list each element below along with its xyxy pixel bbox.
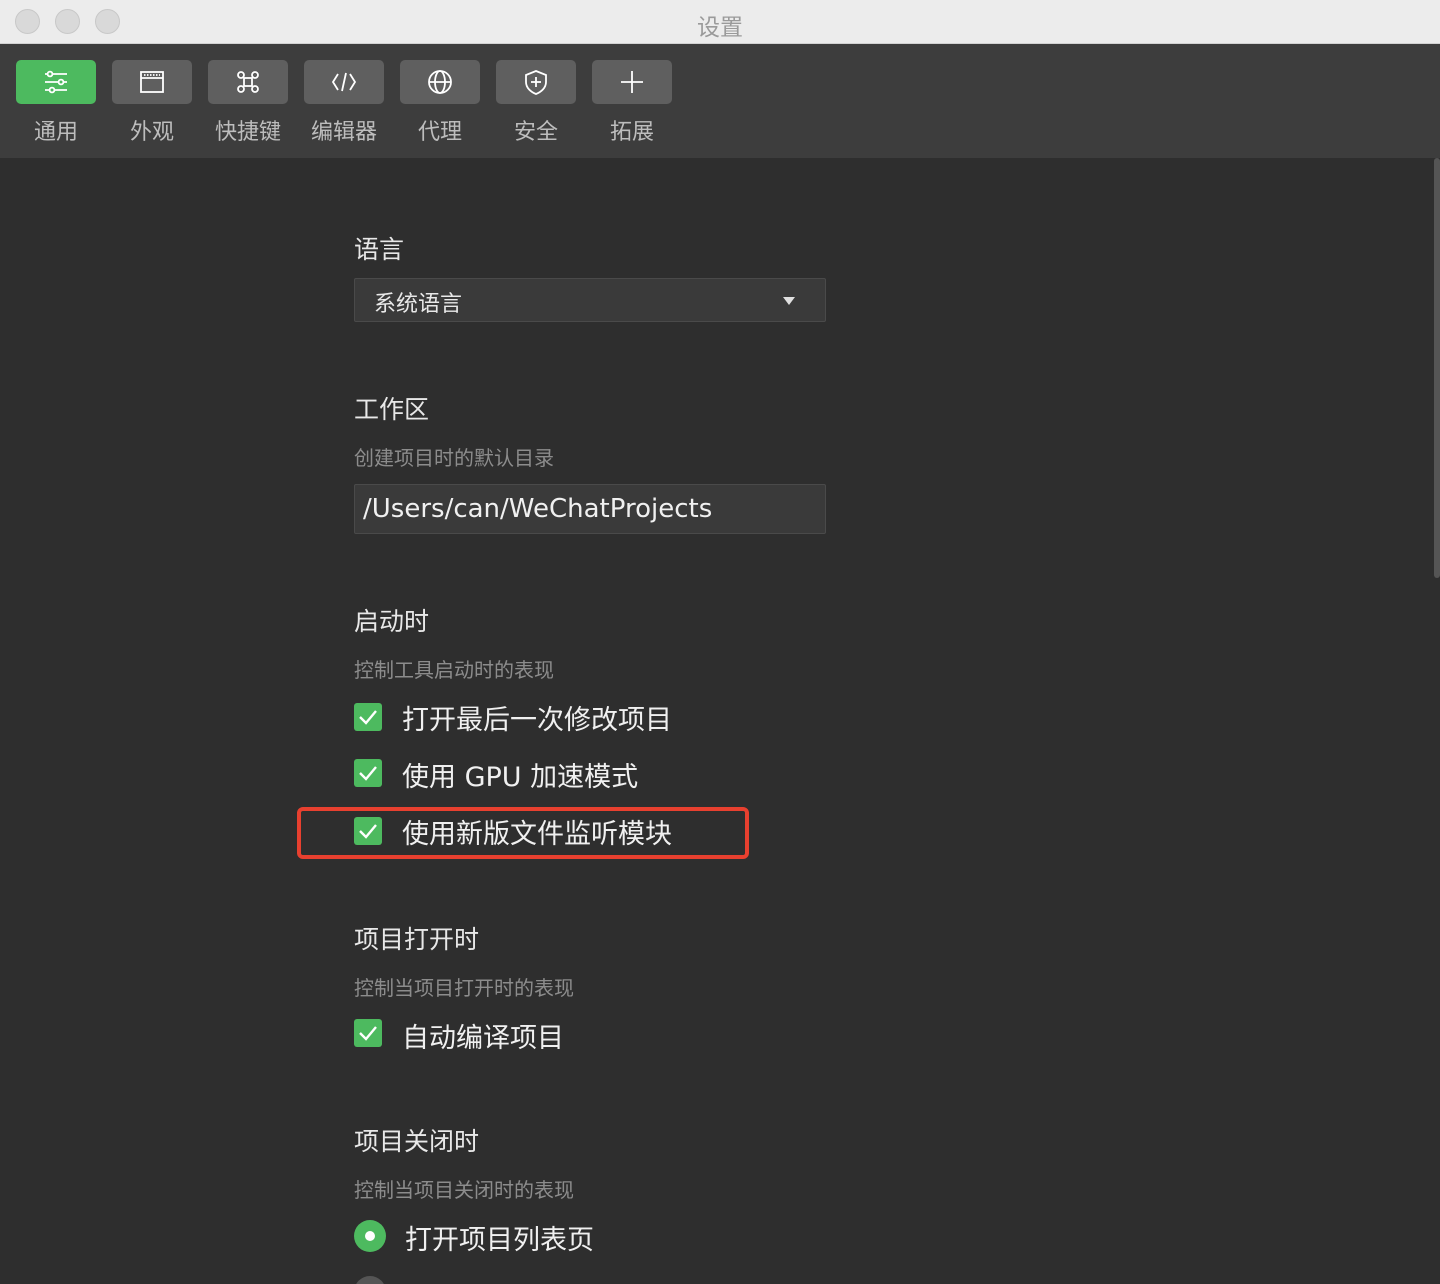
workspace-path-input[interactable]: /Users/can/WeChatProjects <box>354 484 826 534</box>
vertical-scrollbar[interactable] <box>1434 158 1440 578</box>
tab-extensions[interactable]: 拓展 <box>592 60 672 150</box>
project-open-heading: 项目打开时 <box>354 925 480 954</box>
sliders-icon <box>16 60 96 104</box>
project-close-heading: 项目关闭时 <box>354 1127 480 1156</box>
checkmark-icon <box>359 1026 377 1041</box>
checkmark-icon <box>359 766 377 781</box>
annotation-highlight-box <box>297 807 749 859</box>
tab-general-label: 通用 <box>33 120 78 145</box>
settings-window: 设置 通用 外观 快捷键 编辑器 代理 安全 拓展 语言 系统语言 工作区 创建… <box>0 0 1440 1284</box>
tab-appearance[interactable]: 外观 <box>112 60 192 150</box>
project-close-desc: 控制当项目关闭时的表现 <box>354 1178 574 1202</box>
language-select[interactable]: 系统语言 <box>354 278 826 322</box>
radio-next-option[interactable] <box>354 1276 386 1284</box>
checkbox-auto-compile[interactable] <box>354 1019 382 1047</box>
tab-shortcuts[interactable]: 快捷键 <box>208 60 288 150</box>
tab-extensions-label: 拓展 <box>609 120 654 145</box>
tab-security-label: 安全 <box>513 120 558 145</box>
checkbox-label-open-last-project: 打开最后一次修改项目 <box>402 705 672 736</box>
language-select-value: 系统语言 <box>374 292 463 317</box>
workspace-desc: 创建项目时的默认目录 <box>354 446 554 470</box>
tab-editor[interactable]: 编辑器 <box>304 60 384 150</box>
checkbox-label-gpu-acceleration: 使用 GPU 加速模式 <box>402 762 639 793</box>
title-bar: 设置 <box>0 0 1440 44</box>
language-heading: 语言 <box>354 235 405 264</box>
tab-shortcuts-label: 快捷键 <box>214 120 281 145</box>
workspace-heading: 工作区 <box>354 395 430 424</box>
command-icon <box>208 60 288 104</box>
checkbox-open-last-project[interactable] <box>354 703 382 731</box>
radio-selected-dot <box>365 1231 375 1241</box>
window-icon <box>112 60 192 104</box>
dropdown-arrow-icon <box>783 297 795 305</box>
tab-proxy-label: 代理 <box>417 120 462 145</box>
tab-security[interactable]: 安全 <box>496 60 576 150</box>
checkbox-gpu-acceleration[interactable] <box>354 759 382 787</box>
settings-toolbar: 通用 外观 快捷键 编辑器 代理 安全 拓展 <box>0 44 1440 158</box>
checkmark-icon <box>359 710 377 725</box>
plus-icon <box>592 60 672 104</box>
shield-icon <box>496 60 576 104</box>
startup-heading: 启动时 <box>354 607 430 636</box>
tab-proxy[interactable]: 代理 <box>400 60 480 150</box>
settings-content: 语言 系统语言 工作区 创建项目时的默认目录 /Users/can/WeChat… <box>0 158 1434 1284</box>
window-title: 设置 <box>697 15 743 41</box>
radio-open-project-list[interactable] <box>354 1220 386 1252</box>
globe-icon <box>400 60 480 104</box>
tab-appearance-label: 外观 <box>129 120 174 145</box>
tab-general[interactable]: 通用 <box>16 60 96 150</box>
startup-desc: 控制工具启动时的表现 <box>354 658 554 682</box>
project-open-desc: 控制当项目打开时的表现 <box>354 976 574 1000</box>
tab-editor-label: 编辑器 <box>310 120 377 145</box>
radio-label-open-project-list: 打开项目列表页 <box>405 1225 594 1256</box>
code-icon <box>304 60 384 104</box>
checkbox-label-auto-compile: 自动编译项目 <box>402 1023 564 1054</box>
